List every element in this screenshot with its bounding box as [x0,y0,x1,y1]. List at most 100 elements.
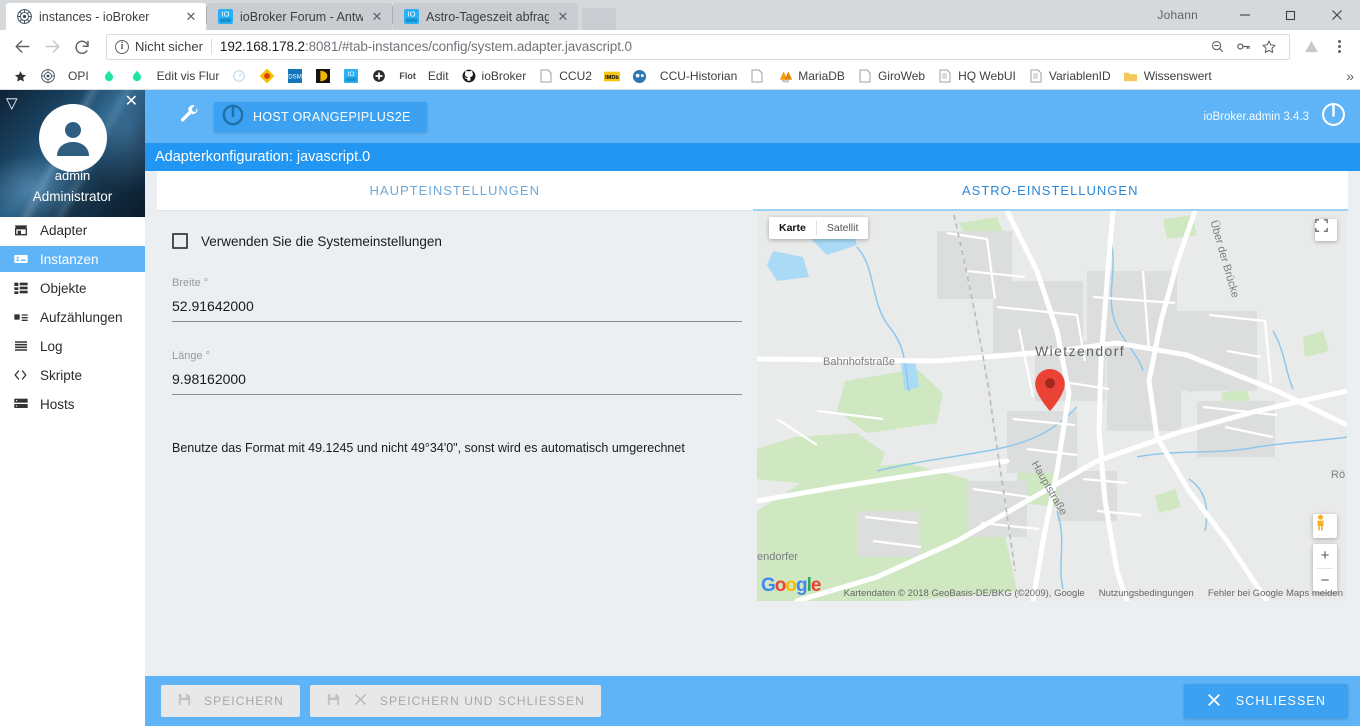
map-type-toggle[interactable]: Karte Satellit [769,217,869,239]
security-label: Nicht sicher [135,39,203,54]
forward-arrow-icon[interactable] [38,33,66,61]
bookmark-green-1[interactable] [95,65,123,87]
bookmark-star-icon[interactable] [1257,35,1281,59]
enums-icon [11,309,30,325]
sidebar-item-aufzaehlungen[interactable]: Aufzählungen [0,304,145,330]
bookmark-hq-webui[interactable]: HQ WebUI [931,65,1022,87]
tab-close-button[interactable]: ✕ [184,9,198,24]
close-window-button[interactable] [1314,0,1360,30]
window-user-label[interactable]: Johann [1157,8,1198,22]
chrome-menu-icon[interactable] [1326,33,1352,61]
tab-title: ioBroker Forum - Antwor [240,9,363,24]
footer-toolbar: SPEICHERN SPEICHERN UND SCHLIESSEN SCHLI… [145,676,1360,726]
password-key-icon[interactable] [1231,35,1255,59]
wrench-icon[interactable] [179,104,200,130]
zoom-in-button[interactable]: + [1313,544,1337,568]
tab-close-button[interactable]: ✕ [556,9,570,24]
iobroker-icon [16,9,32,25]
svg-text:IMDb: IMDb [605,74,619,80]
close-button[interactable]: SCHLIESSEN [1183,684,1348,718]
save-and-close-button[interactable]: SPEICHERN UND SCHLIESSEN [309,685,602,717]
main-content: HOST ORANGEPIPLUS2E ioBroker.admin 3.4.3… [145,90,1360,726]
bookmark-orange-diamond[interactable] [253,65,281,87]
bookmark-edit-vis-flur[interactable]: Edit vis Flur [151,65,226,87]
sidebar-item-objekte[interactable]: Objekte [0,275,145,301]
bookmark-ccu-historian[interactable]: CCU-Historian [654,65,743,87]
bookmark-variablenid[interactable]: VariablenID [1022,65,1117,87]
page-icon [857,68,873,84]
browser-tab-2[interactable]: IO Astro-Tageszeit abfragen ✕ [393,3,578,30]
chevron-down-icon[interactable]: ▽ [6,96,18,111]
bookmark-plus[interactable] [365,65,393,87]
save-button[interactable]: SPEICHERN [161,685,300,717]
tab-label: ASTRO-EINSTELLUNGEN [962,183,1139,198]
browser-tab-0[interactable]: instances - ioBroker ✕ [6,3,206,30]
bookmark-yellow-moon[interactable] [309,65,337,87]
sidebar-item-hosts[interactable]: Hosts [0,391,145,417]
bookmark-blue-face[interactable] [626,65,654,87]
star-icon [12,68,28,84]
site-info-icon[interactable]: i [115,39,129,54]
close-icon[interactable]: ✕ [125,94,138,110]
avatar [38,104,107,172]
map-report-link[interactable]: Fehler bei Google Maps melden [1208,588,1343,599]
bookmark-opi[interactable]: OPI [62,65,95,87]
maximize-button[interactable] [1268,0,1314,30]
host-button[interactable]: HOST ORANGEPIPLUS2E [214,101,427,132]
bookmarks-overflow-button[interactable]: » [1346,68,1354,84]
bookmark-star-item[interactable] [6,65,34,87]
bookmark-ccu2[interactable]: CCU2 [532,65,598,87]
map-zoom-controls[interactable]: + − [1313,544,1337,592]
sidebar-item-log[interactable]: Log [0,333,145,359]
minimize-button[interactable] [1222,0,1268,30]
bookmark-gauge[interactable] [225,65,253,87]
bookmark-giroweb[interactable]: GiroWeb [851,65,931,87]
map-type-satellit[interactable]: Satellit [817,217,869,239]
latitude-field: Breite ° 52.91642000 [172,277,742,322]
tab-astro-einstellungen[interactable]: ASTRO-EINSTELLUNGEN [752,171,1349,211]
logout-power-icon[interactable] [1321,102,1346,132]
new-tab-button[interactable] [582,8,616,30]
bookmark-label: CCU-Historian [659,69,738,83]
use-system-settings-checkbox[interactable] [172,233,188,249]
tab-haupteinstellungen[interactable]: HAUPTEINSTELLUNGEN [157,171,753,210]
navigation-toolbar: i Nicht sicher 192.168.178.2:8081/#tab-i… [0,30,1360,63]
objects-grid-icon [11,280,30,296]
browser-tab-1[interactable]: IO ioBroker Forum - Antwor ✕ [207,3,392,30]
google-map[interactable]: Wietzendorf Bahnhofstraße Über der Brück… [757,211,1347,601]
drive-icon[interactable] [1298,34,1324,60]
bookmark-iobroker[interactable] [34,65,62,87]
dsm-icon: DSM [287,68,303,84]
bookmark-wissenswert[interactable]: Wissenswert [1117,65,1218,87]
bookmark-imdb[interactable]: IMDb [598,65,626,87]
bookmark-green-2[interactable] [123,65,151,87]
address-bar[interactable]: i Nicht sicher 192.168.178.2:8081/#tab-i… [106,33,1290,60]
latitude-input[interactable]: 52.91642000 [172,289,742,322]
astro-form: Verwenden Sie die Systemeinstellungen Br… [157,211,757,676]
sidebar-item-adapter[interactable]: Adapter [0,217,145,243]
bookmark-dsm[interactable]: DSM [281,65,309,87]
bookmark-edit[interactable]: Edit [422,65,455,87]
use-system-settings-row[interactable]: Verwenden Sie die Systemeinstellungen [172,233,757,249]
zoom-out-icon[interactable] [1205,35,1229,59]
svg-text:IO: IO [407,10,415,19]
bookmark-flot[interactable]: Flot [393,65,422,87]
bookmark-iobroker-square[interactable]: IO [337,65,365,87]
sidebar-item-skripte[interactable]: Skripte [0,362,145,388]
bookmark-iobroker-github[interactable]: ioBroker [455,65,533,87]
map-terms-link[interactable]: Nutzungsbedingungen [1099,588,1194,599]
fullscreen-button[interactable] [1315,219,1337,241]
omnibox-divider [210,39,212,54]
reload-icon[interactable] [68,33,96,61]
close-x-icon [1206,692,1222,711]
longitude-input[interactable]: 9.98162000 [172,362,742,395]
bookmark-page-blank-1[interactable] [743,65,771,87]
sidebar-item-instanzen[interactable]: Instanzen [0,246,145,272]
back-arrow-icon[interactable] [8,33,36,61]
map-type-karte[interactable]: Karte [769,217,816,239]
iobroker-square-icon: IO [403,9,419,25]
sidebar-item-label: Log [40,338,63,354]
tab-close-button[interactable]: ✕ [370,9,384,24]
bookmark-mariadb[interactable]: PMA MariaDB [771,65,851,87]
street-view-button[interactable] [1313,514,1337,538]
